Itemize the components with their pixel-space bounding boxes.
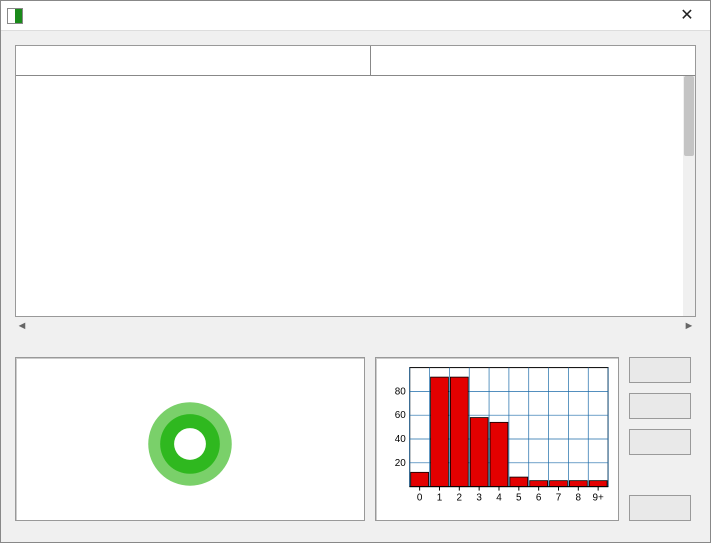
svg-text:80: 80: [395, 386, 407, 397]
titlebar: ✕: [1, 1, 710, 31]
svg-text:9+: 9+: [593, 492, 605, 503]
help-button[interactable]: [629, 357, 691, 383]
metrics-window: ✕ ◄ ►: [0, 0, 711, 543]
svg-text:0: 0: [417, 492, 423, 503]
horizontal-scrollbar[interactable]: ◄ ►: [15, 319, 696, 333]
close-button[interactable]: ✕: [664, 1, 710, 31]
svg-text:20: 20: [395, 458, 407, 469]
kiviat-panel: [15, 339, 365, 521]
svg-text:7: 7: [556, 492, 562, 503]
svg-text:60: 60: [395, 410, 407, 421]
svg-text:3: 3: [476, 492, 482, 503]
svg-text:8: 8: [576, 492, 582, 503]
scroll-right-icon[interactable]: ►: [682, 319, 696, 333]
table-header: [16, 46, 695, 76]
histogram-panel: 20 40 60 80 0 1 2 3 4 5 6 7 8 9+: [375, 339, 619, 521]
vertical-scrollbar[interactable]: [683, 76, 695, 316]
svg-text:40: 40: [395, 434, 407, 445]
metrics-table[interactable]: [15, 45, 696, 317]
histogram-label: [375, 339, 619, 357]
histogram-chart: 20 40 60 80 0 1 2 3 4 5 6 7 8 9+: [375, 357, 619, 521]
copy-button[interactable]: [629, 393, 691, 419]
table-body[interactable]: [16, 76, 683, 316]
svg-text:2: 2: [457, 492, 463, 503]
svg-text:6: 6: [536, 492, 542, 503]
print-button[interactable]: [629, 429, 691, 455]
svg-text:4: 4: [496, 492, 502, 503]
button-column: [629, 339, 691, 521]
kiviat-label: [15, 339, 365, 357]
app-icon: [7, 8, 23, 24]
done-button[interactable]: [629, 495, 691, 521]
col-parameter[interactable]: [16, 46, 371, 75]
scrollbar-thumb[interactable]: [684, 76, 694, 156]
svg-text:1: 1: [437, 492, 443, 503]
kiviat-graph: [15, 357, 365, 521]
scroll-left-icon[interactable]: ◄: [15, 319, 29, 333]
col-value[interactable]: [371, 46, 695, 75]
svg-text:5: 5: [516, 492, 522, 503]
